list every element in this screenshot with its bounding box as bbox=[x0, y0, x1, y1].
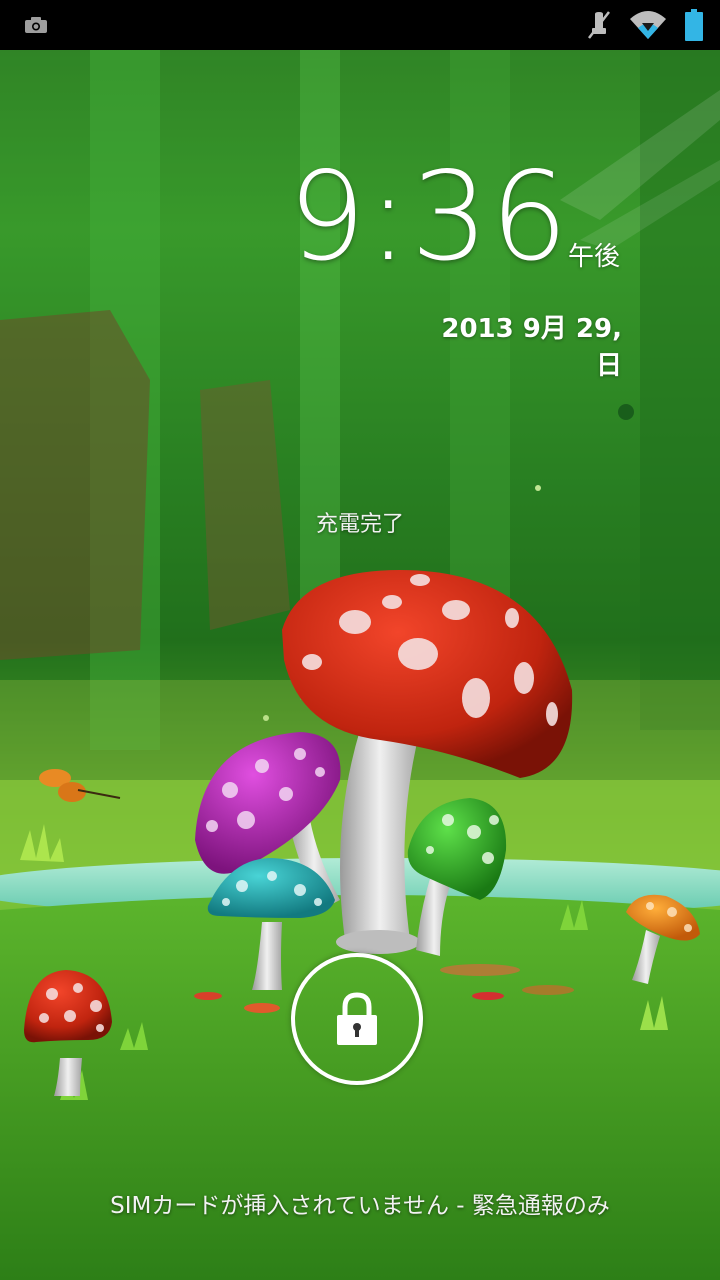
unlock-button[interactable] bbox=[291, 953, 423, 1085]
battery-icon bbox=[682, 0, 706, 50]
date-label: 2013 9月 29, 日 bbox=[441, 314, 622, 381]
clock-ampm: 午後 bbox=[568, 242, 621, 272]
status-bar bbox=[0, 0, 720, 50]
mute-icon bbox=[584, 0, 614, 50]
lock-screen: 9:36 午後 2013 9月 29, 日 充電完了 SIMカードが挿入されてい… bbox=[0, 0, 720, 1280]
lock-icon bbox=[337, 992, 377, 1045]
screenshot-icon bbox=[20, 0, 52, 50]
clock-time: 9:36 bbox=[288, 146, 570, 288]
carrier-text: SIMカードが挿入されていません - 緊急通報のみ bbox=[110, 1193, 610, 1219]
wifi-icon bbox=[626, 0, 670, 50]
charge-status: 充電完了 bbox=[315, 512, 404, 537]
